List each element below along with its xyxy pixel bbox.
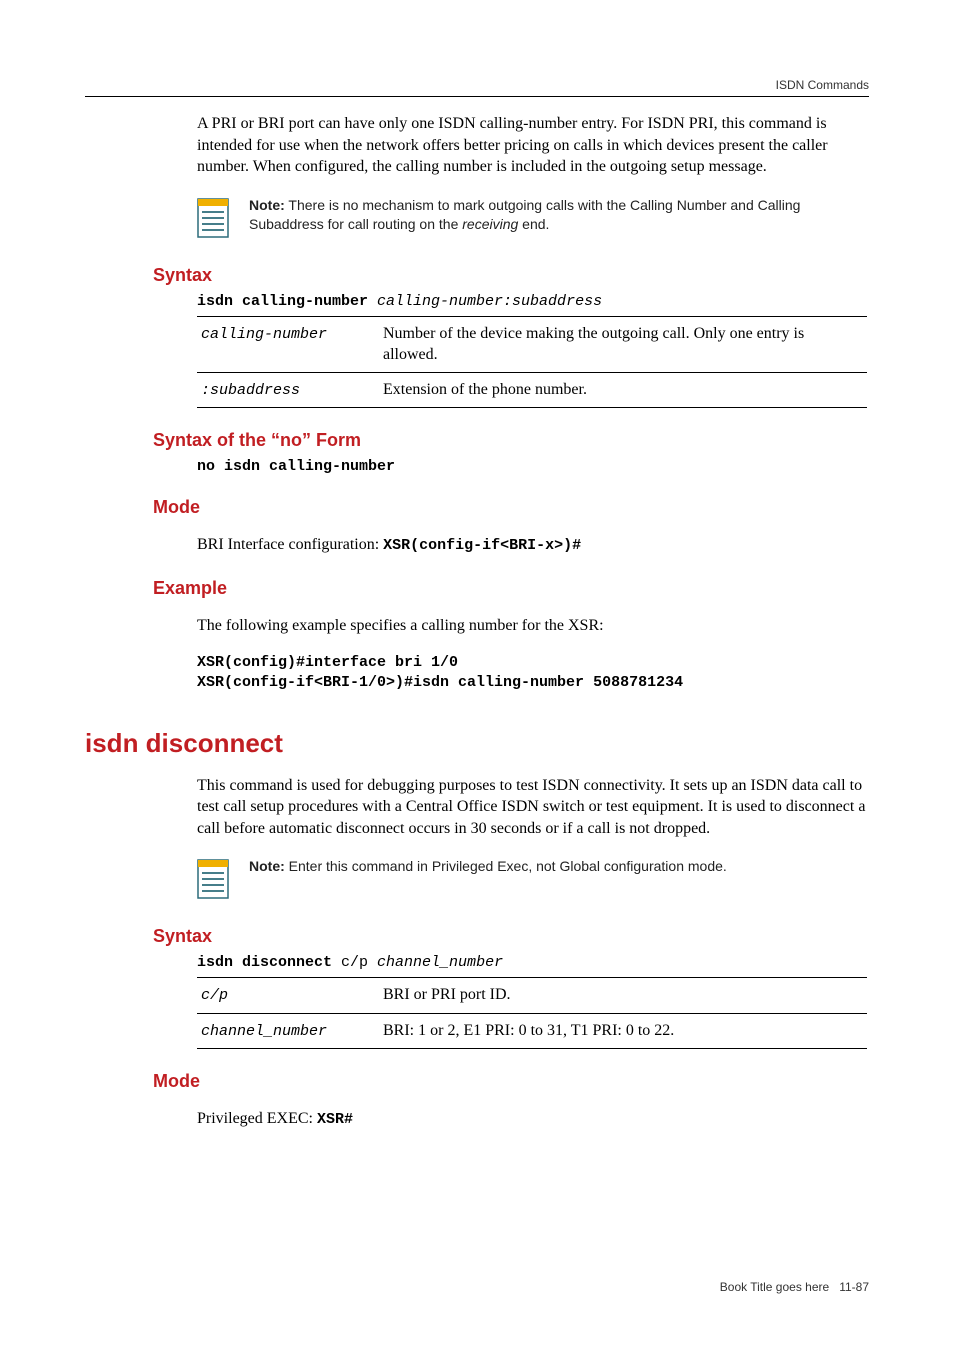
param-key: :subaddress — [201, 382, 300, 399]
mode-heading: Mode — [153, 1071, 869, 1092]
footer-page: 11-87 — [839, 1280, 869, 1294]
param-key: channel_number — [201, 1023, 327, 1040]
example-heading: Example — [153, 578, 869, 599]
mode-paragraph: Privileged EXEC: XSR# — [197, 1108, 869, 1130]
syntax-args: channel_number — [377, 954, 503, 971]
page-footer: Book Title goes here 11-87 — [85, 1280, 869, 1294]
mode-code: XSR(config-if<BRI-x>)# — [383, 537, 581, 554]
mode-code: XSR# — [317, 1111, 353, 1128]
param-desc: BRI: 1 or 2, E1 PRI: 0 to 31, T1 PRI: 0 … — [379, 1013, 867, 1048]
note-italic: receiving — [462, 216, 518, 232]
note-body-b: end. — [518, 216, 549, 232]
syntax-cmd: isdn calling-number — [197, 293, 368, 310]
param-desc: Extension of the phone number. — [379, 372, 867, 407]
param-desc: BRI or PRI port ID. — [379, 978, 867, 1013]
footer-book: Book Title goes here — [720, 1280, 829, 1294]
param-key: calling-number — [201, 326, 327, 343]
mode-heading: Mode — [153, 497, 869, 518]
command-paragraph: This command is used for debugging purpo… — [197, 775, 869, 840]
mode-text: Privileged EXEC: — [197, 1110, 317, 1127]
note-icon — [197, 198, 229, 243]
running-header: ISDN Commands — [85, 78, 869, 96]
table-row: :subaddress Extension of the phone numbe… — [197, 372, 867, 407]
note-label: Note: — [249, 858, 285, 874]
page: ISDN Commands A PRI or BRI port can have… — [0, 0, 954, 1354]
mode-paragraph: BRI Interface configuration: XSR(config-… — [197, 534, 869, 556]
table-row: c/p BRI or PRI port ID. — [197, 978, 867, 1013]
command-title: isdn disconnect — [85, 728, 869, 759]
syntax-line: isdn calling-number calling-number:subad… — [197, 292, 869, 310]
noform-heading: Syntax of the “no” Form — [153, 430, 869, 451]
note-box: Note: Enter this command in Privileged E… — [197, 857, 869, 904]
note-text: Note: There is no mechanism to mark outg… — [249, 196, 869, 234]
header-rule — [85, 96, 869, 97]
note-body: Enter this command in Privileged Exec, n… — [285, 858, 727, 874]
table-row: calling-number Number of the device maki… — [197, 316, 867, 372]
noform-code: no isdn calling-number — [197, 457, 869, 475]
example-code: XSR(config)#interface bri 1/0 XSR(config… — [197, 653, 869, 694]
params-table: c/p BRI or PRI port ID. channel_number B… — [197, 977, 867, 1049]
param-key: c/p — [201, 987, 228, 1004]
note-box: Note: There is no mechanism to mark outg… — [197, 196, 869, 243]
note-icon — [197, 859, 229, 904]
syntax-line: isdn disconnect c/p channel_number — [197, 953, 869, 971]
params-table: calling-number Number of the device maki… — [197, 316, 867, 408]
syntax-plain: c/p — [332, 954, 377, 971]
mode-text: BRI Interface configuration: — [197, 536, 383, 553]
code-text: no isdn calling-number — [197, 458, 395, 475]
example-text: The following example specifies a callin… — [197, 615, 869, 637]
syntax-cmd: isdn disconnect — [197, 954, 332, 971]
syntax-heading: Syntax — [153, 926, 869, 947]
syntax-heading: Syntax — [153, 265, 869, 286]
table-row: channel_number BRI: 1 or 2, E1 PRI: 0 to… — [197, 1013, 867, 1048]
note-text: Note: Enter this command in Privileged E… — [249, 857, 727, 876]
param-desc: Number of the device making the outgoing… — [379, 316, 867, 372]
intro-paragraph: A PRI or BRI port can have only one ISDN… — [197, 113, 869, 178]
syntax-args: calling-number:subaddress — [368, 293, 602, 310]
note-label: Note: — [249, 197, 285, 213]
